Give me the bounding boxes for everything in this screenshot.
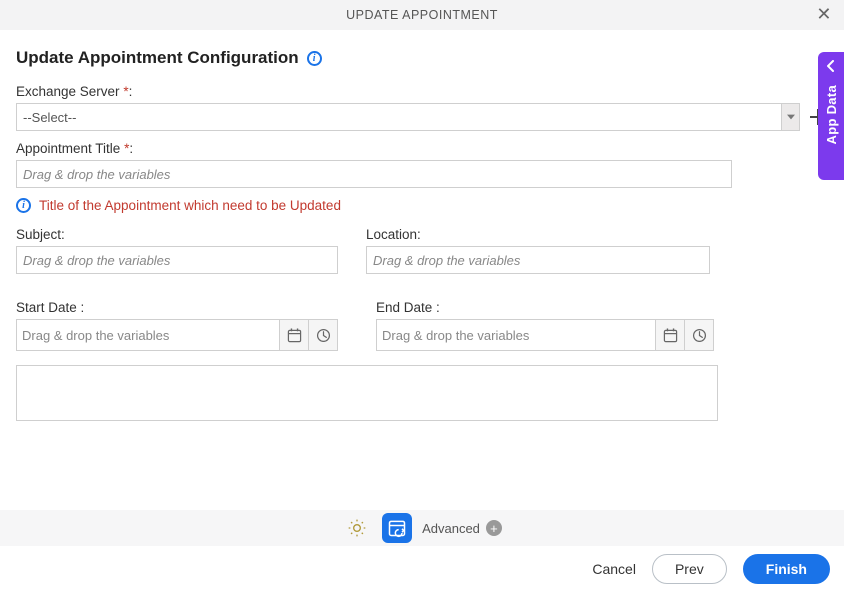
subject-location-row: Subject: Location:	[16, 227, 828, 284]
appt-title-helper: Title of the Appointment which need to b…	[39, 198, 341, 213]
advanced-label: Advanced	[422, 521, 480, 536]
exchange-server-value: --Select--	[23, 110, 76, 125]
appt-title-group: Appointment Title *:	[16, 141, 828, 188]
start-date-field	[16, 319, 338, 351]
location-label: Location:	[366, 227, 688, 242]
bottom-toolbar: Advanced +	[0, 510, 844, 546]
exchange-server-select[interactable]: --Select--	[16, 103, 800, 131]
exchange-server-label: Exchange Server *:	[16, 84, 828, 99]
end-date-input[interactable]	[377, 320, 655, 350]
start-date-group: Start Date :	[16, 300, 338, 351]
subject-group: Subject:	[16, 227, 338, 274]
appt-title-helper-row: i Title of the Appointment which need to…	[16, 198, 828, 213]
appt-title-label: Appointment Title *:	[16, 141, 828, 156]
subject-label: Subject:	[16, 227, 338, 242]
clock-icon[interactable]	[308, 320, 337, 350]
info-icon[interactable]: i	[307, 51, 322, 66]
subject-input[interactable]	[16, 246, 338, 274]
appt-title-input[interactable]	[16, 160, 732, 188]
end-date-label: End Date :	[376, 300, 698, 315]
location-group: Location:	[366, 227, 688, 274]
chevron-down-icon	[781, 104, 799, 130]
end-date-group: End Date :	[376, 300, 698, 351]
action-bar: Cancel Prev Finish	[0, 546, 844, 592]
settings-button[interactable]	[342, 513, 372, 543]
clock-icon[interactable]	[684, 320, 713, 350]
window-title: UPDATE APPOINTMENT	[346, 8, 498, 22]
prev-button[interactable]: Prev	[652, 554, 727, 584]
side-tab-label: App Data	[824, 85, 839, 144]
dates-row: Start Date : End Date :	[16, 300, 828, 351]
exchange-server-group: Exchange Server *: --Select--	[16, 84, 828, 131]
calendar-icon[interactable]	[655, 320, 684, 350]
advanced-toggle[interactable]: Advanced +	[422, 520, 502, 536]
finish-button[interactable]: Finish	[743, 554, 830, 584]
content-area: Update Appointment Configuration i Excha…	[0, 30, 844, 421]
exchange-server-select-row: --Select--	[16, 103, 828, 131]
start-date-input[interactable]	[17, 320, 279, 350]
plus-circle-icon: +	[486, 520, 502, 536]
close-icon[interactable]: ✕	[816, 4, 832, 25]
info-icon: i	[16, 198, 31, 213]
end-date-field	[376, 319, 714, 351]
page-title: Update Appointment Configuration i	[16, 48, 828, 68]
chevron-left-icon	[827, 60, 835, 75]
schedule-button[interactable]	[382, 513, 412, 543]
start-date-label: Start Date :	[16, 300, 338, 315]
location-input[interactable]	[366, 246, 710, 274]
titlebar: UPDATE APPOINTMENT ✕	[0, 0, 844, 30]
notes-area[interactable]	[16, 365, 718, 421]
cancel-button[interactable]: Cancel	[592, 561, 636, 577]
app-data-panel-toggle[interactable]: App Data	[818, 52, 844, 180]
page-heading: Update Appointment Configuration	[16, 48, 299, 68]
calendar-icon[interactable]	[279, 320, 308, 350]
